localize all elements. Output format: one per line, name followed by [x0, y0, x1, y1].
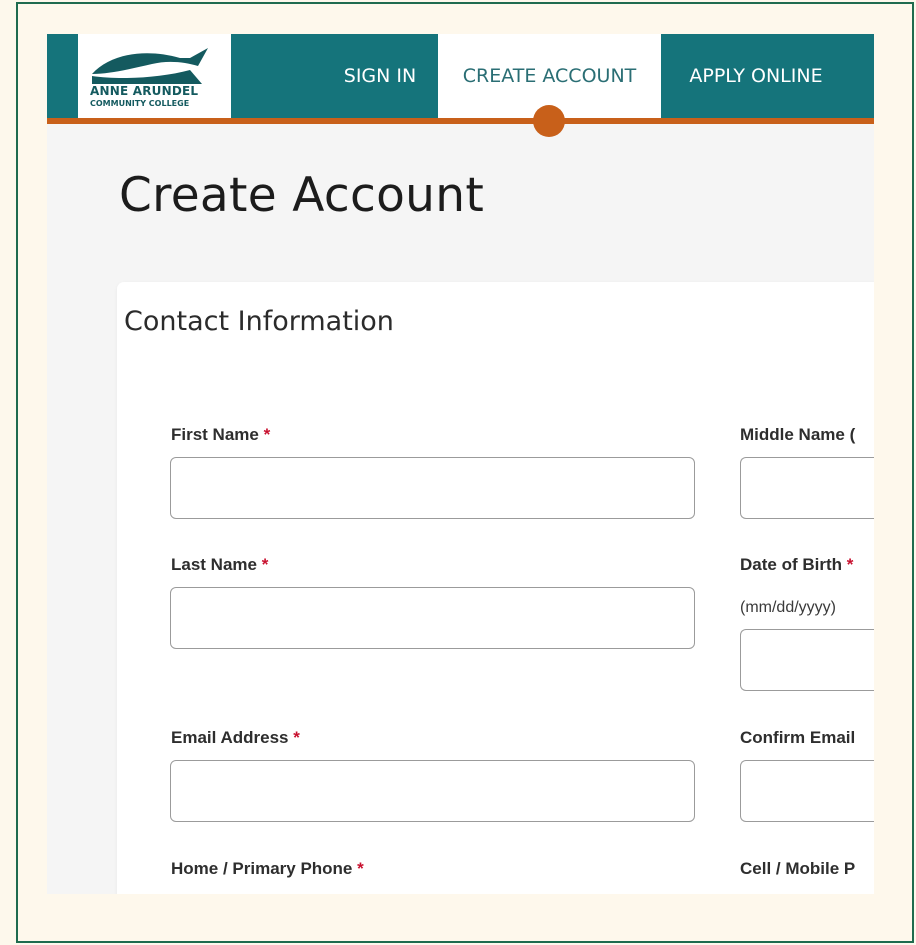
seagull-logo-icon [92, 48, 208, 84]
middle-name-label: Middle Name ( [740, 425, 856, 444]
top-navbar: ANNE ARUNDEL COMMUNITY COLLEGE SIGN IN C… [47, 34, 874, 124]
last-name-label: Last Name * [171, 555, 269, 574]
page-title: Create Account [119, 168, 485, 223]
date-format-hint: (mm/dd/yyyy) [740, 599, 836, 616]
date-of-birth-label: Date of Birth * [740, 555, 854, 574]
required-marker: * [261, 555, 269, 574]
college-logo[interactable]: ANNE ARUNDEL COMMUNITY COLLEGE [78, 34, 231, 124]
first-name-label: First Name * [171, 425, 271, 444]
middle-name-input[interactable] [740, 457, 875, 519]
home-phone-label: Home / Primary Phone * [171, 859, 364, 878]
section-title: Contact Information [124, 306, 394, 337]
last-name-input[interactable] [170, 587, 695, 649]
confirm-email-label: Confirm Email [740, 728, 856, 747]
cell-phone-label: Cell / Mobile P [740, 859, 856, 878]
email-label: Email Address * [171, 728, 300, 747]
nav-sign-in[interactable]: SIGN IN [321, 34, 439, 118]
date-of-birth-input[interactable] [740, 629, 875, 691]
logo-name-line: ANNE ARUNDEL [90, 84, 199, 98]
viewport-right-mask [874, 34, 912, 941]
email-input[interactable] [170, 760, 695, 822]
viewport-bottom-mask [47, 894, 874, 941]
required-marker: * [846, 555, 854, 574]
nav-apply-online[interactable]: APPLY ONLINE [661, 34, 851, 118]
required-marker: * [263, 425, 271, 444]
active-tab-indicator [533, 105, 565, 137]
first-name-input[interactable] [170, 457, 695, 519]
logo-subtitle-line: COMMUNITY COLLEGE [90, 99, 190, 108]
required-marker: * [293, 728, 300, 747]
confirm-email-input[interactable] [740, 760, 875, 822]
required-marker: * [357, 859, 364, 878]
